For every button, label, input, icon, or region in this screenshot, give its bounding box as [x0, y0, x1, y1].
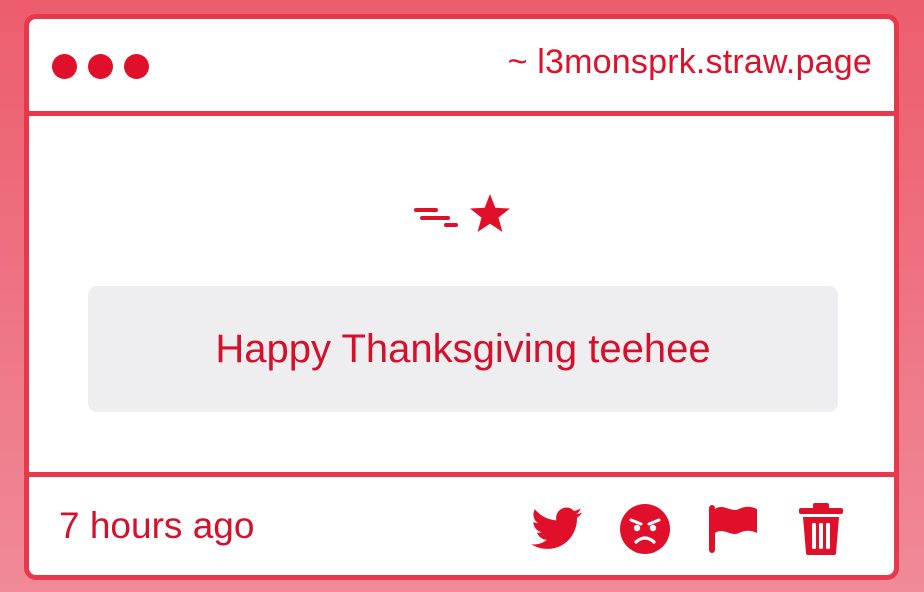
message-text: Happy Thanksgiving teehee: [215, 326, 711, 371]
react-angry-button[interactable]: [618, 502, 672, 556]
shooting-star-icon: [414, 194, 510, 232]
window-dot-1[interactable]: [52, 54, 77, 79]
post-timestamp: 7 hours ago: [59, 505, 255, 546]
trash-icon: [799, 503, 843, 555]
angry-face-icon: [620, 504, 670, 554]
share-twitter-button[interactable]: [530, 502, 584, 556]
twitter-icon: [531, 507, 583, 549]
flag-icon: [709, 505, 757, 553]
window-dot-2[interactable]: [88, 54, 113, 79]
delete-button[interactable]: [794, 502, 848, 556]
window-controls: [52, 54, 149, 79]
window-dot-3[interactable]: [124, 54, 149, 79]
post-footer: 7 hours ago: [29, 472, 894, 575]
post-actions: [530, 502, 848, 556]
post-content: Happy Thanksgiving teehee: [29, 116, 894, 472]
post-card: ~ l3monsprk.straw.page Happy Thanksgivin…: [24, 14, 899, 580]
message-box: Happy Thanksgiving teehee: [88, 286, 838, 412]
window-titlebar: ~ l3monsprk.straw.page: [29, 19, 894, 116]
site-url[interactable]: ~ l3monsprk.straw.page: [508, 43, 872, 82]
report-flag-button[interactable]: [706, 502, 760, 556]
